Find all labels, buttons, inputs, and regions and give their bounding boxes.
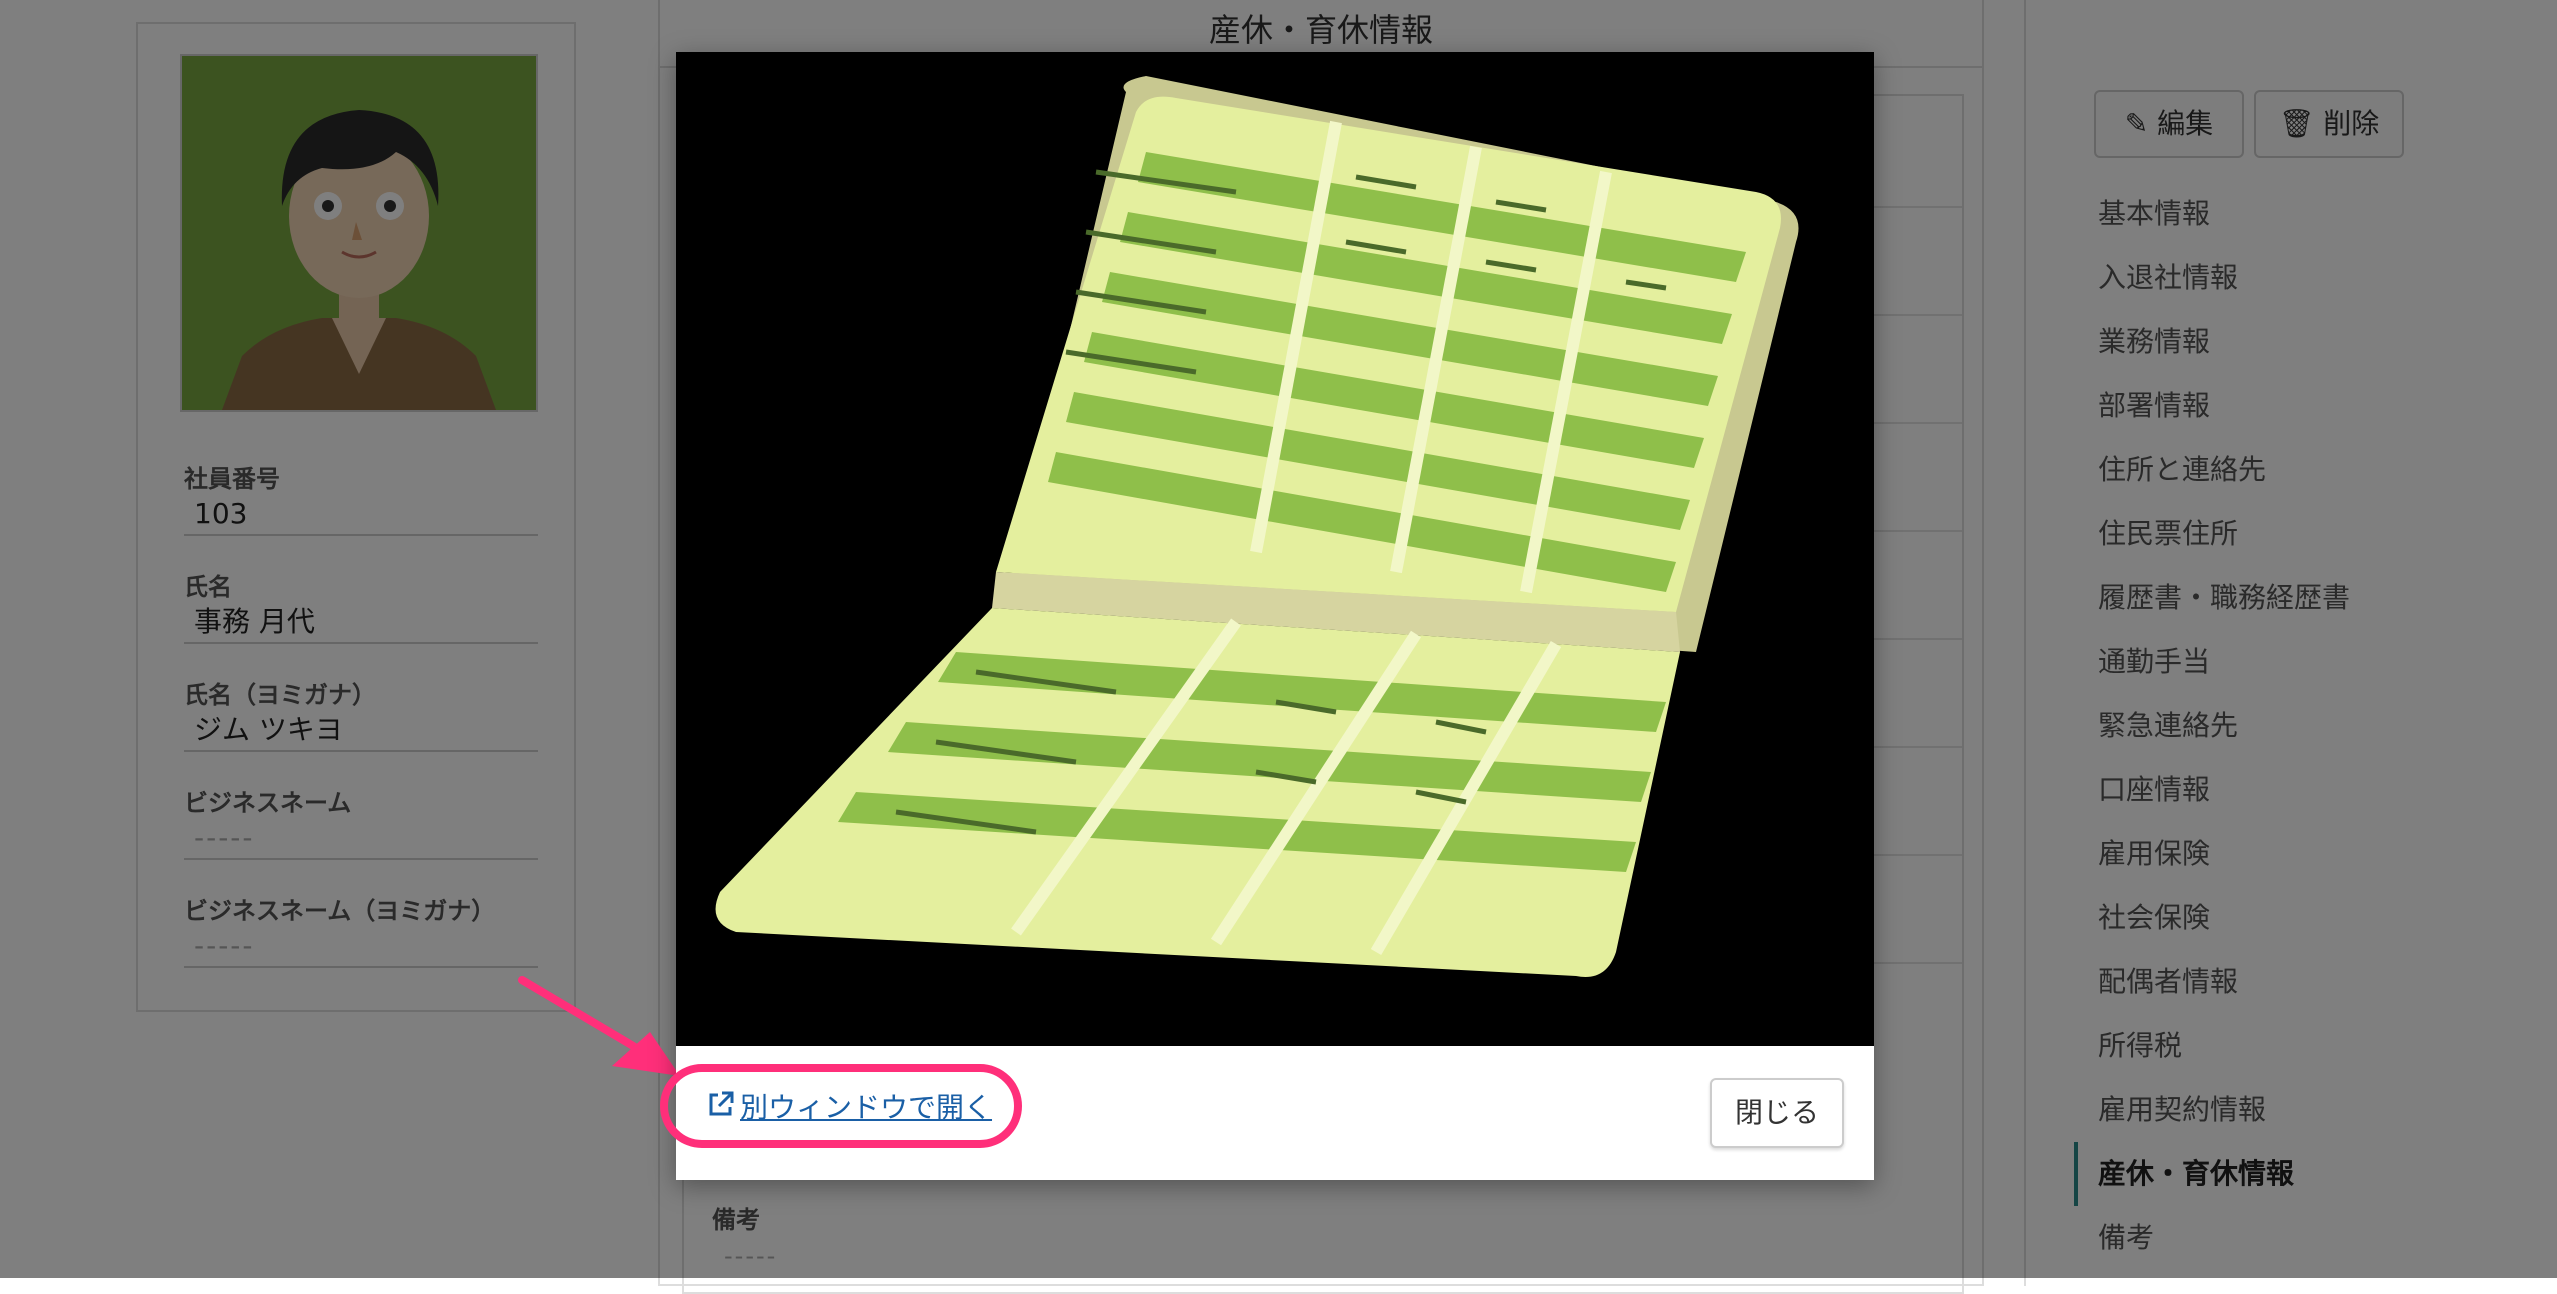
open-link-label: 別ウィンドウで開く — [740, 1091, 993, 1124]
external-link-icon — [706, 1089, 736, 1130]
passbook-illustration — [676, 52, 1874, 1046]
preview-image — [676, 52, 1874, 1046]
image-preview-modal: 別ウィンドウで開く 閉じる — [660, 52, 1874, 1180]
annotation-arrow-icon — [518, 976, 680, 1076]
modal-footer: 別ウィンドウで開く 閉じる — [660, 1046, 1874, 1180]
open-in-new-window-link[interactable]: 別ウィンドウで開く — [706, 1088, 992, 1130]
close-button[interactable]: 閉じる — [1710, 1078, 1844, 1148]
